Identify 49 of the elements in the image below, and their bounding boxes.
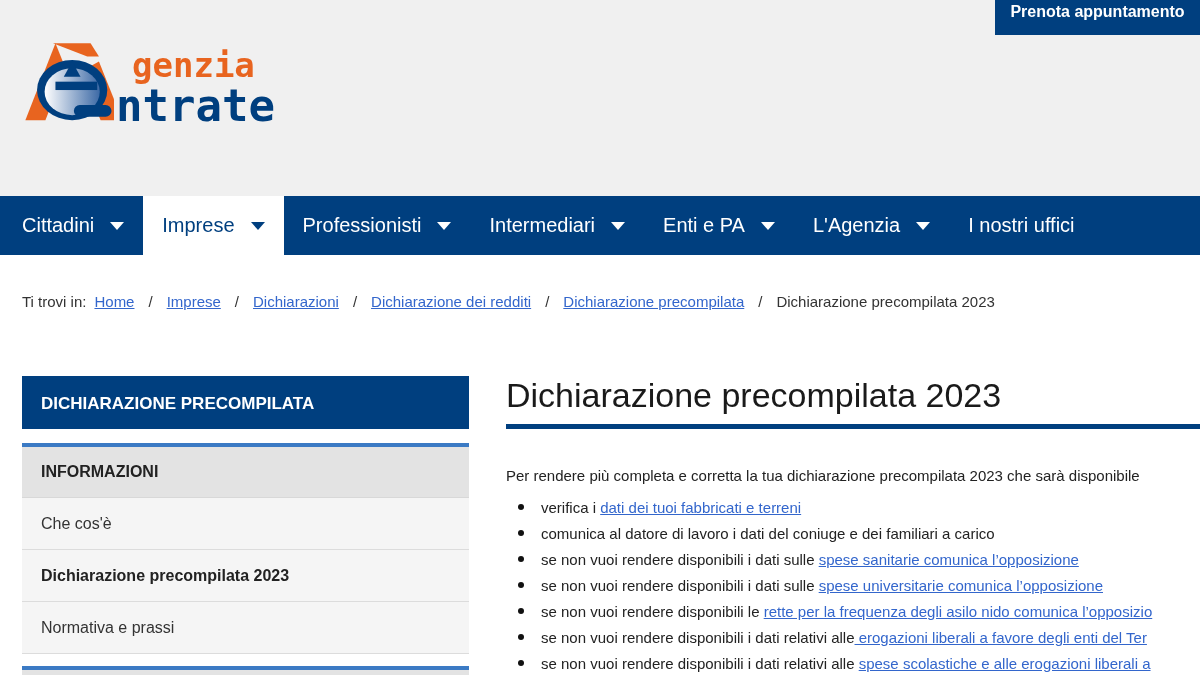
breadcrumb-separator: / [352, 292, 358, 310]
list-text: se non vuoi rendere disponibili i dati sulle [541, 550, 816, 568]
sidebar-item[interactable]: Dichiarazione precompilata 2023 [22, 550, 469, 602]
text-link[interactable]: spese scolastiche e alle erogazioni liberali a [858, 654, 1151, 672]
breadcrumb-separator: / [758, 292, 763, 310]
breadcrumb-separator: / [148, 292, 153, 310]
text-link[interactable]: rette per la frequenza degli asilo nido comunica l’opposizio [763, 602, 1153, 620]
breadcrumb-link[interactable]: Dichiarazione dei redditi [371, 292, 532, 310]
bullet-icon [518, 634, 524, 640]
bullet-icon [518, 504, 524, 510]
nav-item[interactable]: I nostri uffici [949, 196, 1094, 255]
nav-item[interactable]: Intermediari [470, 196, 645, 255]
text-link[interactable]: erogazioni liberali a favore degli enti del Ter [854, 628, 1147, 646]
sidebar-item[interactable]: Normativa e prassi [22, 602, 469, 654]
list-text: se non vuoi rendere disponibili i dati relativi alle [541, 654, 856, 672]
breadcrumb-link[interactable]: Dichiarazioni [253, 292, 339, 310]
list-text: comunica al datore di lavoro i dati del coniuge e dei familiari a carico [541, 524, 995, 542]
sidebar-title: DICHIARAZIONE PRECOMPILATA [22, 376, 469, 429]
nav-item[interactable]: Cittadini [3, 196, 144, 255]
sidebar-item[interactable]: Che cos'è [22, 498, 469, 550]
breadcrumb-label: Ti trovi in: [22, 292, 87, 310]
nav-item[interactable]: Imprese [143, 196, 284, 255]
page-title: Dichiarazione precompilata 2023 [506, 376, 1200, 429]
text-link[interactable]: spese universitarie comunica l’opposizione [818, 576, 1103, 594]
breadcrumb-link[interactable]: Imprese [166, 292, 221, 310]
bullet-icon [518, 530, 524, 536]
text-link[interactable]: spese sanitarie comunica l’opposizione [818, 550, 1079, 568]
nav-item[interactable]: L'Agenzia [793, 196, 950, 255]
intro-text: Per rendere più completa e corretta la tua dichiarazione precompilata 2023 che sarà disponibile [506, 467, 1141, 484]
list-text: se non vuoi rendere disponibili le [541, 602, 761, 620]
bullet-icon [518, 608, 524, 614]
nav-item[interactable]: Enti e PA [644, 196, 794, 255]
list-text: se non vuoi rendere disponibili i dati relativi alle [541, 628, 855, 646]
breadcrumb-separator: / [234, 292, 239, 310]
list-text: se non vuoi rendere disponibili i dati sulle [541, 576, 816, 594]
breadcrumb-separator: / [545, 292, 550, 310]
breadcrumb-current: Dichiarazione precompilata 2023 [776, 292, 995, 310]
bullet-icon [518, 582, 524, 588]
bullet-icon [518, 660, 524, 666]
sidebar-section-heading[interactable]: INFORMAZIONI [22, 447, 469, 498]
nav-item[interactable]: Professionisti [283, 196, 471, 255]
breadcrumb-link[interactable]: Home [94, 292, 135, 310]
list-text: verifica i [541, 498, 597, 516]
logo-text: ntrate [116, 84, 275, 128]
breadcrumb-link[interactable]: Dichiarazione precompilata [563, 292, 745, 310]
logo-text: genzia [132, 48, 256, 82]
appointment-button[interactable]: Prenota appuntamento [995, 0, 1200, 35]
bullet-icon [518, 556, 524, 562]
text-link[interactable]: dati dei tuoi fabbricati e terreni [600, 498, 802, 516]
